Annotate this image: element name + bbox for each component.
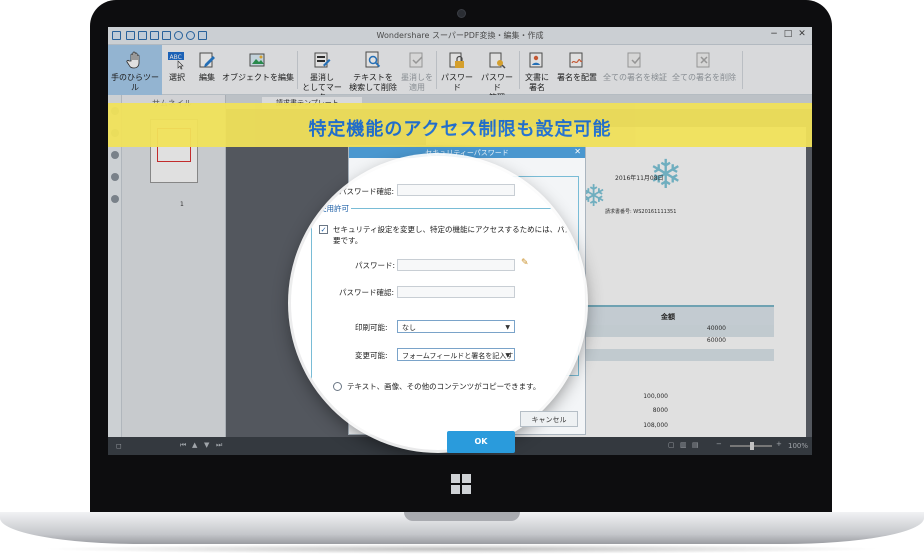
laptop-mockup: Wondershare スーパーPDF変換・編集・作成 − □ ✕ 手のひらツー… (0, 0, 924, 559)
webcam (457, 9, 466, 18)
open-password-confirm-label: パスワード確認: (339, 187, 395, 196)
allow-copy-checkbox[interactable] (333, 382, 342, 391)
allow-copy-label: テキスト、画像、その他のコンテンツがコピーできます。 (347, 382, 541, 391)
print-allowed-select[interactable]: なし ▼ (397, 320, 515, 333)
windows-logo-icon (451, 474, 471, 494)
cancel-button[interactable]: キャンセル (520, 411, 578, 427)
feature-banner: 特定機能のアクセス制限も設定可能 (108, 103, 812, 147)
ok-button[interactable]: OK (447, 431, 515, 453)
open-password-confirm-field[interactable] (397, 184, 515, 196)
app-window: Wondershare スーパーPDF変換・編集・作成 − □ ✕ 手のひらツー… (108, 27, 812, 455)
print-allowed-value: なし (402, 324, 416, 332)
change-allowed-select[interactable]: フォームフィールドと署名を記入す ▼ (397, 348, 515, 361)
laptop-notch (404, 512, 520, 521)
magnifier-lens: パスワード確認: 使用許可 ✓ セキュリティ設定を変更し、特定の機能にアクセスす… (291, 156, 585, 450)
password-edit-icon[interactable]: ✎ (521, 258, 529, 268)
permission-password-confirm-label: パスワード確認: (339, 288, 395, 297)
change-allowed-value: フォームフィールドと署名を記入す (402, 352, 514, 360)
restrict-permissions-label: セキュリティ設定を変更し、特定の機能にアクセスするためには、パスワードが必 (333, 225, 585, 234)
print-allowed-label: 印刷可能: (355, 323, 388, 332)
chevron-down-icon: ▼ (505, 324, 510, 331)
permission-password-confirm-field[interactable] (397, 286, 515, 298)
permissions-group-label: 使用許可 (317, 203, 351, 214)
banner-text: 特定機能のアクセス制限も設定可能 (308, 119, 612, 140)
permission-password-field[interactable] (397, 259, 515, 271)
permissions-group-border-left (311, 208, 312, 428)
permission-password-label: パスワード: (355, 261, 396, 270)
permissions-group-border (311, 208, 585, 209)
dialog-title: セキュリティーパスワード (349, 146, 585, 158)
change-allowed-label: 変更可能: (355, 351, 388, 360)
restrict-permissions-checkbox[interactable]: ✓ (319, 225, 328, 234)
laptop-shadow (40, 544, 884, 554)
dialog-close-icon[interactable]: ✕ (574, 147, 581, 156)
chevron-down-icon: ▼ (505, 352, 510, 359)
restrict-permissions-label-line2: 要です。 (333, 236, 363, 245)
